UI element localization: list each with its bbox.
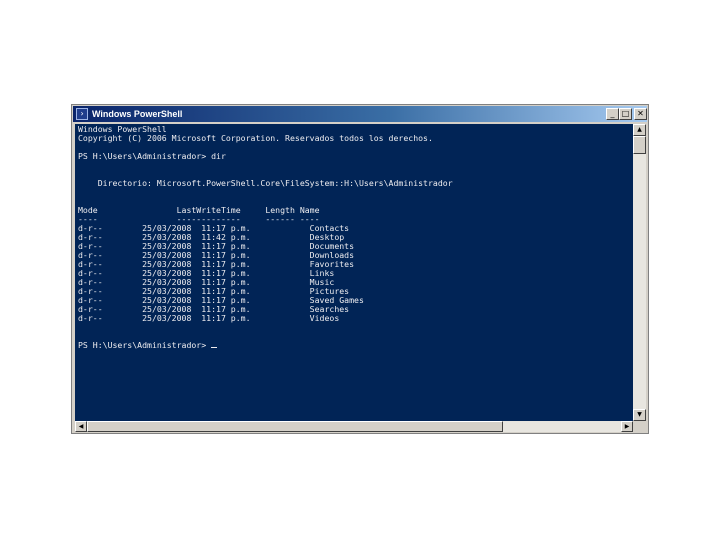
powershell-icon[interactable]: › <box>76 108 88 120</box>
text-cursor <box>211 347 218 348</box>
vertical-scroll-thumb[interactable] <box>633 136 646 154</box>
console-area[interactable]: Windows PowerShell Copyright (C) 2006 Mi… <box>75 124 633 421</box>
window-title: Windows PowerShell <box>92 109 183 119</box>
scroll-up-arrow-icon[interactable]: ▲ <box>633 124 646 136</box>
powershell-window: › Windows PowerShell _ □ ✕ Windows Power… <box>71 104 649 434</box>
horizontal-scroll-thumb[interactable] <box>87 421 503 432</box>
minimize-button[interactable]: _ <box>606 108 619 120</box>
scroll-left-arrow-icon[interactable]: ◀ <box>75 421 87 432</box>
console-line: d-r-- 25/03/2008 11:17 p.m. Videos <box>78 313 340 323</box>
console-output: Windows PowerShell Copyright (C) 2006 Mi… <box>78 125 453 350</box>
close-button[interactable]: ✕ <box>634 108 647 120</box>
maximize-button[interactable]: □ <box>619 108 632 120</box>
horizontal-scrollbar[interactable]: ◀ ▶ <box>75 421 633 432</box>
console-line: Copyright (C) 2006 Microsoft Corporation… <box>78 133 433 143</box>
resize-grip[interactable] <box>633 421 646 432</box>
vertical-scrollbar[interactable]: ▲ ▼ <box>633 124 646 421</box>
console-line: PS H:\Users\Administrador> <box>78 340 212 350</box>
scroll-right-arrow-icon[interactable]: ▶ <box>621 421 633 432</box>
scroll-down-arrow-icon[interactable]: ▼ <box>633 409 646 421</box>
title-bar[interactable]: › Windows PowerShell _ □ ✕ <box>73 106 647 122</box>
console-line: Directorio: Microsoft.PowerShell.Core\Fi… <box>78 178 453 188</box>
console-line: PS H:\Users\Administrador> dir <box>78 151 226 161</box>
